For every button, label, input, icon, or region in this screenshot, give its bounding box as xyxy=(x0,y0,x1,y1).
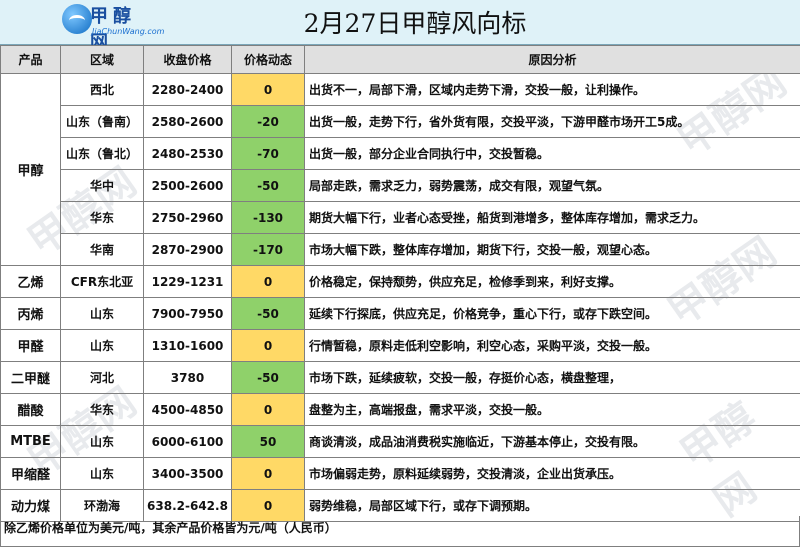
reason-cell: 市场下跌，延续疲软，交投一般，存挺价心态，横盘整理， xyxy=(304,361,800,394)
change-cell: -70 xyxy=(231,137,305,170)
price-cell: 1310-1600 xyxy=(143,329,232,362)
reason-cell: 局部走跌，需求乏力，弱势震荡，成交有限，观望气氛。 xyxy=(304,169,800,202)
price-cell: 6000-6100 xyxy=(143,425,232,458)
table-row: MTBE 山东 6000-6100 50 商谈清淡，成品油消费税实施临近，下游基本停止，… xyxy=(0,425,800,458)
table-body: 甲醇 西北 2280-2400 0 出货不一，局部下滑，区域内走势下滑，交投一般，让利操… xyxy=(0,73,800,522)
region-cell: 华东 xyxy=(60,201,144,234)
product-name: 甲醛 xyxy=(0,329,61,362)
price-cell: 2870-2900 xyxy=(143,233,232,266)
table-row: 华中 2500-2600 -50 局部走跌，需求乏力，弱势震荡，成交有限，观望气氛。 xyxy=(1,169,800,202)
reason-cell: 市场偏弱走势，原料延续弱势，交投清淡，企业出货承压。 xyxy=(304,457,800,490)
table-row: 华东 2750-2960 -130 期货大幅下行，业者心态受挫，船货到港增多，整体库存… xyxy=(1,201,800,234)
price-table: 产品 区域 收盘价格 价格动态 原因分析 甲醇 西北 2280-2400 0 出货不一，… xyxy=(0,45,800,522)
region-cell: 华南 xyxy=(60,233,144,266)
table-row: 二甲醚 河北 3780 -50 市场下跌，延续疲软，交投一般，存挺价心态，横盘整理， xyxy=(0,361,800,394)
change-cell: 0 xyxy=(231,393,305,426)
reason-cell: 市场大幅下跌，整体库存增加，期货下行，交投一般，观望心态。 xyxy=(304,233,800,266)
reason-cell: 价格稳定，保持颓势，供应充足，检修季到来，利好支撑。 xyxy=(304,265,800,298)
table-row: 醋酸 华东 4500-4850 0 盘整为主，高端报盘，需求平淡，交投一般。 xyxy=(0,393,800,426)
page-title: 2月27日甲醇风向标 xyxy=(303,9,527,38)
region-cell: 山东 xyxy=(60,329,144,362)
region-cell: 西北 xyxy=(60,73,144,106)
price-cell: 1229-1231 xyxy=(143,265,232,298)
price-cell: 4500-4850 xyxy=(143,393,232,426)
table-row: 甲缩醛 山东 3400-3500 0 市场偏弱走势，原料延续弱势，交投清淡，企业出货承压… xyxy=(0,457,800,490)
change-cell: 0 xyxy=(231,457,305,490)
reason-cell: 延续下行探底，供应充足，价格竞争，重心下行，或存下跌空间。 xyxy=(304,297,800,330)
header-row: 产品 区域 收盘价格 价格动态 原因分析 xyxy=(0,45,800,74)
region-cell: 华东 xyxy=(60,393,144,426)
change-cell: 50 xyxy=(231,425,305,458)
product-name: 乙烯 xyxy=(0,265,61,298)
product-name: 醋酸 xyxy=(0,393,61,426)
price-cell: 7900-7950 xyxy=(143,297,232,330)
change-cell: 0 xyxy=(231,73,305,106)
header-region: 区域 xyxy=(60,45,144,74)
reason-cell: 出货不一，局部下滑，区域内走势下滑，交投一般，让利操作。 xyxy=(304,73,800,106)
region-cell: 山东（鲁南） xyxy=(60,105,144,138)
price-cell: 2750-2960 xyxy=(143,201,232,234)
header-reason: 原因分析 xyxy=(304,45,800,74)
product-name: 二甲醚 xyxy=(0,361,61,394)
price-cell: 2480-2530 xyxy=(143,137,232,170)
change-cell: -50 xyxy=(231,361,305,394)
price-cell: 2280-2400 xyxy=(143,73,232,106)
header-change: 价格动态 xyxy=(231,45,305,74)
region-cell: CFR东北亚 xyxy=(60,265,144,298)
price-cell: 3400-3500 xyxy=(143,457,232,490)
change-cell: -50 xyxy=(231,297,305,330)
table-row: 甲醛 山东 1310-1600 0 行情暂稳，原料走低利空影响，利空心态，采购平淡，交投… xyxy=(0,329,800,362)
product-name: MTBE xyxy=(0,425,61,458)
reason-cell: 行情暂稳，原料走低利空影响，利空心态，采购平淡，交投一般。 xyxy=(304,329,800,362)
table-row: 山东（鲁北） 2480-2530 -70 出货一般，部分企业合同执行中，交投暂稳。 xyxy=(1,137,800,170)
table-row: 丙烯 山东 7900-7950 -50 延续下行探底，供应充足，价格竞争，重心下行，或存… xyxy=(0,297,800,330)
change-cell: -20 xyxy=(231,105,305,138)
table-row: 山东（鲁南） 2580-2600 -20 出货一般，走势下行，省外货有限，交投平淡，下… xyxy=(1,105,800,138)
price-cell: 3780 xyxy=(143,361,232,394)
header-product: 产品 xyxy=(0,45,61,74)
title-bar: 甲醇网 JiaChunWang.com 2月27日甲醇风向标 xyxy=(0,0,800,53)
region-cell: 山东 xyxy=(60,425,144,458)
table-row: 甲醇 西北 2280-2400 0 出货不一，局部下滑，区域内走势下滑，交投一般，让利操… xyxy=(0,73,800,266)
region-cell: 河北 xyxy=(60,361,144,394)
region-cell: 山东 xyxy=(60,457,144,490)
region-cell: 山东（鲁北） xyxy=(60,137,144,170)
product-name: 甲缩醛 xyxy=(0,457,61,490)
change-cell: -50 xyxy=(231,169,305,202)
reason-cell: 出货一般，走势下行，省外货有限，交投平淡，下游甲醛市场开工5成。 xyxy=(304,105,800,138)
price-cell: 2500-2600 xyxy=(143,169,232,202)
change-cell: -170 xyxy=(231,233,305,266)
table-row: 乙烯 CFR东北亚 1229-1231 0 价格稳定，保持颓势，供应充足，检修季到来，利… xyxy=(0,265,800,298)
reason-cell: 商谈清淡，成品油消费税实施临近，下游基本停止，交投有限。 xyxy=(304,425,800,458)
price-cell: 2580-2600 xyxy=(143,105,232,138)
change-cell: 0 xyxy=(231,329,305,362)
product-name: 丙烯 xyxy=(0,297,61,330)
change-cell: -130 xyxy=(231,201,305,234)
reason-cell: 期货大幅下行，业者心态受挫，船货到港增多，整体库存增加，需求乏力。 xyxy=(304,201,800,234)
header-price: 收盘价格 xyxy=(143,45,232,74)
region-cell: 山东 xyxy=(60,297,144,330)
product-name: 甲醇 xyxy=(0,73,61,266)
region-cell: 华中 xyxy=(60,169,144,202)
reason-cell: 盘整为主，高端报盘，需求平淡，交投一般。 xyxy=(304,393,800,426)
footnote: 除乙烯价格单位为美元/吨，其余产品价格皆为元/吨（人民币） xyxy=(0,516,800,547)
reason-cell: 出货一般，部分企业合同执行中，交投暂稳。 xyxy=(304,137,800,170)
table-row: 华南 2870-2900 -170 市场大幅下跌，整体库存增加，期货下行，交投一般，观… xyxy=(1,233,800,266)
change-cell: 0 xyxy=(231,265,305,298)
